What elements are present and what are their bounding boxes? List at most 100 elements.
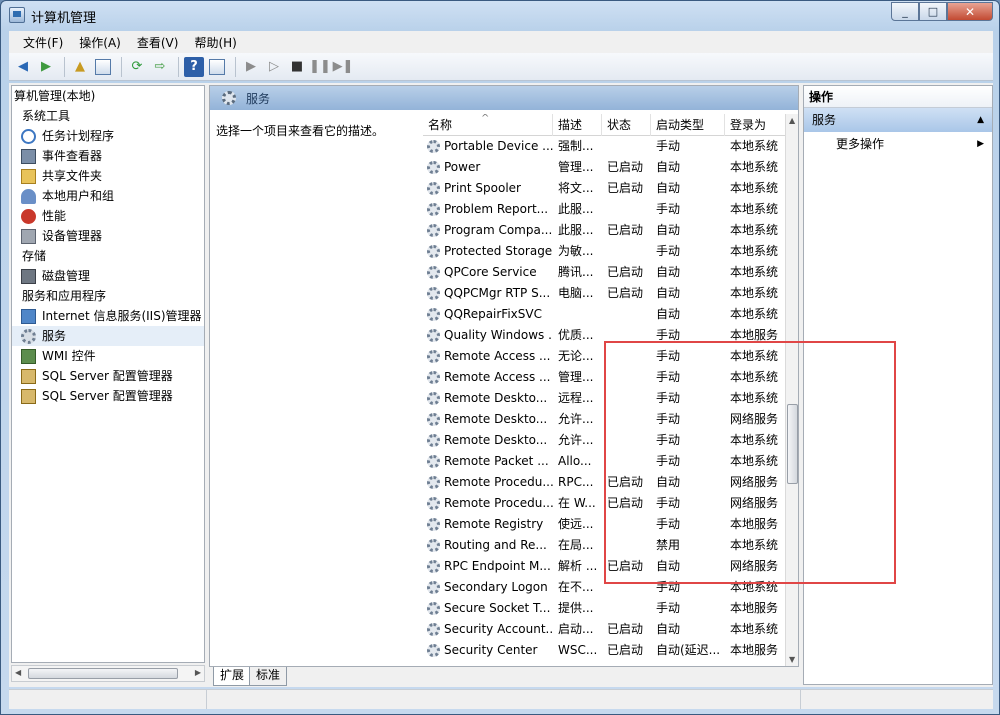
title-bar[interactable]: 计算机管理 _ □ ✕ bbox=[1, 1, 999, 29]
tab-extended[interactable]: 扩展 bbox=[213, 667, 252, 686]
scroll-right-icon[interactable]: ▶ bbox=[195, 668, 201, 677]
up-folder-icon[interactable]: ▲ bbox=[70, 57, 90, 77]
collapse-up-icon[interactable]: ▲ bbox=[977, 108, 984, 132]
table-row[interactable]: Secure Socket T... 提供... 手动 本地服务 bbox=[423, 598, 785, 619]
column-description[interactable]: 描述 bbox=[553, 114, 602, 136]
table-row[interactable]: Protected Storage 为敏... 手动 本地系统 bbox=[423, 241, 785, 262]
tree-local-users[interactable]: 本地用户和组 bbox=[12, 186, 204, 206]
service-name-text: Program Compa... bbox=[444, 223, 553, 237]
service-gear-icon bbox=[427, 245, 440, 258]
scroll-up-icon[interactable]: ▲ bbox=[789, 116, 795, 125]
show-hide-tree-icon[interactable] bbox=[93, 57, 113, 77]
service-name: Remote Procedu... bbox=[423, 472, 553, 493]
service-name-text: Remote Deskto... bbox=[444, 433, 548, 447]
table-row[interactable]: QPCore Service 腾讯... 已启动 自动 本地系统 bbox=[423, 262, 785, 283]
tree-horizontal-scrollbar[interactable]: ◀ ▶ bbox=[11, 665, 205, 682]
tree-event-viewer[interactable]: 事件查看器 bbox=[12, 146, 204, 166]
service-description: 在 W... bbox=[558, 496, 596, 510]
tree-system-tools[interactable]: 系统工具 bbox=[12, 106, 204, 126]
actions-section-services[interactable]: 服务 ▲ bbox=[804, 108, 992, 132]
tree-label: 性能 bbox=[42, 209, 67, 223]
service-logon: 本地系统 bbox=[730, 160, 779, 174]
event-viewer-icon bbox=[21, 149, 36, 164]
table-row[interactable]: QQPCMgr RTP S... 电脑... 已启动 自动 本地系统 bbox=[423, 283, 785, 304]
more-actions-item[interactable]: 更多操作 ▶ bbox=[804, 132, 992, 156]
column-logon-as[interactable]: 登录为 bbox=[725, 114, 785, 136]
service-startup-type: 自动 bbox=[656, 181, 681, 195]
help-icon[interactable]: ? bbox=[184, 56, 204, 77]
minimize-button[interactable]: _ bbox=[891, 2, 919, 21]
menu-bar: 文件(F) 操作(A) 查看(V) 帮助(H) bbox=[9, 31, 993, 53]
tree-performance[interactable]: 性能 bbox=[12, 206, 204, 226]
services-header: 服务 bbox=[210, 86, 798, 110]
tree-shared-folders[interactable]: 共享文件夹 bbox=[12, 166, 204, 186]
tree-sql-config-2[interactable]: SQL Server 配置管理器 bbox=[12, 386, 204, 406]
computer-management-window: 计算机管理 _ □ ✕ 文件(F) 操作(A) 查看(V) 帮助(H) ◀ ▶ … bbox=[0, 0, 1000, 715]
service-description: 允许... bbox=[558, 433, 594, 447]
services-gear-icon bbox=[222, 91, 236, 105]
menu-file[interactable]: 文件(F) bbox=[15, 34, 71, 51]
tree-device-manager[interactable]: 设备管理器 bbox=[12, 226, 204, 246]
table-row[interactable]: Problem Report... 此服... 手动 本地系统 bbox=[423, 199, 785, 220]
scroll-down-icon[interactable]: ▼ bbox=[789, 655, 795, 664]
tree-label: 事件查看器 bbox=[42, 149, 103, 163]
service-name-text: Routing and Re... bbox=[444, 538, 547, 552]
tree-services[interactable]: 服务 bbox=[12, 326, 204, 346]
pause-icon[interactable]: ❚❚ bbox=[309, 57, 331, 77]
forward-icon[interactable]: ▶ bbox=[36, 57, 56, 77]
table-row[interactable]: Security Account... 启动... 已启动 自动 本地系统 bbox=[423, 619, 785, 640]
column-startup-type[interactable]: 启动类型 bbox=[651, 114, 725, 136]
start-alt-icon[interactable]: ▷ bbox=[264, 57, 284, 77]
table-row[interactable]: Program Compa... 此服... 已启动 自动 本地系统 bbox=[423, 220, 785, 241]
table-row[interactable]: Portable Device ... 强制... 手动 本地系统 bbox=[423, 136, 785, 157]
service-name: Remote Procedu... bbox=[423, 493, 553, 514]
tree-label: 任务计划程序 bbox=[42, 129, 115, 143]
close-button[interactable]: ✕ bbox=[947, 2, 993, 21]
maximize-button[interactable]: □ bbox=[919, 2, 947, 21]
tree-services-apps[interactable]: 服务和应用程序 bbox=[12, 286, 204, 306]
menu-view[interactable]: 查看(V) bbox=[129, 34, 187, 51]
menu-action[interactable]: 操作(A) bbox=[71, 34, 129, 51]
scroll-thumb[interactable] bbox=[28, 668, 178, 679]
service-description: Allo... bbox=[558, 454, 592, 468]
column-name[interactable]: 名称 bbox=[423, 114, 553, 136]
service-name-text: Remote Procedu... bbox=[444, 496, 553, 510]
column-status[interactable]: 状态 bbox=[602, 114, 651, 136]
tree-label: SQL Server 配置管理器 bbox=[42, 369, 173, 383]
service-gear-icon bbox=[427, 539, 440, 552]
refresh-icon[interactable]: ⟳ bbox=[127, 57, 147, 77]
service-description: 强制... bbox=[558, 139, 594, 153]
service-name-text: Protected Storage bbox=[444, 244, 553, 258]
restart-icon[interactable]: ▶❚ bbox=[333, 57, 354, 77]
tree-sql-config-1[interactable]: SQL Server 配置管理器 bbox=[12, 366, 204, 386]
service-startup-type: 手动 bbox=[656, 601, 681, 615]
properties-icon[interactable] bbox=[207, 57, 227, 77]
tree-disk-management[interactable]: 磁盘管理 bbox=[12, 266, 204, 286]
tree-label: 本地用户和组 bbox=[42, 189, 115, 203]
service-name: Print Spooler bbox=[423, 178, 553, 199]
export-icon[interactable]: ⇨ bbox=[150, 57, 170, 77]
service-gear-icon bbox=[427, 602, 440, 615]
tree-task-scheduler[interactable]: 任务计划程序 bbox=[12, 126, 204, 146]
tree-wmi[interactable]: WMI 控件 bbox=[12, 346, 204, 366]
table-row[interactable]: Print Spooler 将文... 已启动 自动 本地系统 bbox=[423, 178, 785, 199]
service-description: WSC... bbox=[558, 643, 598, 657]
service-name: Secondary Logon bbox=[423, 577, 553, 598]
tree-root[interactable]: 算机管理(本地) bbox=[12, 86, 204, 106]
menu-help[interactable]: 帮助(H) bbox=[186, 34, 244, 51]
service-logon: 本地系统 bbox=[730, 622, 779, 636]
tree-iis[interactable]: Internet 信息服务(IIS)管理器 bbox=[12, 306, 204, 326]
service-name-text: Remote Access ... bbox=[444, 370, 551, 384]
service-name-text: Security Center bbox=[444, 643, 538, 657]
table-row[interactable]: Power 管理... 已启动 自动 本地系统 bbox=[423, 157, 785, 178]
table-row[interactable]: Security Center WSC... 已启动 自动(延迟... 本地服务 bbox=[423, 640, 785, 661]
start-icon[interactable]: ▶ bbox=[241, 57, 261, 77]
tab-standard[interactable]: 标准 bbox=[249, 667, 288, 686]
tree-storage[interactable]: 存储 bbox=[12, 246, 204, 266]
back-icon[interactable]: ◀ bbox=[13, 57, 33, 77]
scroll-left-icon[interactable]: ◀ bbox=[15, 668, 21, 677]
table-row[interactable]: QQRepairFixSVC 自动 本地系统 bbox=[423, 304, 785, 325]
sql-server-icon bbox=[21, 369, 36, 384]
service-name-text: Secondary Logon bbox=[444, 580, 548, 594]
stop-icon[interactable]: ■ bbox=[287, 57, 307, 77]
